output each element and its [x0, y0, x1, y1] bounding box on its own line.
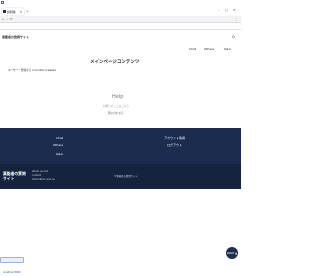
- tab-label: 質問箱: [7, 9, 16, 14]
- page-title: メインページコンテンツ: [90, 60, 140, 65]
- tab-close-icon[interactable]: ✕: [20, 10, 22, 14]
- footer-brand: 異能者の質問サイト: [3, 171, 26, 181]
- site-header: 異能者の質問サイト Q Chat Others Q&A: [0, 30, 241, 63]
- page-top-button[interactable]: PAGE ▲: [226, 247, 238, 259]
- bookmarks-bar: 質問一覧 ユーザー登録 質問投稿: [0, 23, 241, 64]
- browser-toolbar: ← → ↻ localhost:3000/questions ⋮: [0, 16, 241, 38]
- status-bar: localhost:3000: [0, 257, 24, 274]
- main-content: メインページコンテンツ ユーザー・登録から 2 months 4 weeks H…: [0, 60, 241, 128]
- reload-icon[interactable]: ↻: [10, 17, 13, 21]
- contact-link[interactable]: 問い合わせる: [108, 111, 124, 115]
- new-tab-icon[interactable]: +: [26, 9, 29, 13]
- footer-about-1[interactable]: About us and: [32, 170, 48, 173]
- footer-link-account[interactable]: アカウント情報: [164, 136, 185, 140]
- browser-titlebar: [0, 0, 241, 7]
- browser-menu-icon[interactable]: ⋮: [235, 17, 238, 21]
- browser-tab-active[interactable]: 質問箱 ✕: [2, 8, 24, 15]
- footer-link-logout[interactable]: ログアウト: [167, 143, 182, 147]
- footer-link-chat[interactable]: Chat: [56, 136, 63, 140]
- footer-about-2[interactable]: contact: [32, 174, 41, 177]
- nav-others[interactable]: Others: [204, 47, 214, 51]
- footer-about-3[interactable]: Information and us: [32, 178, 55, 181]
- minimize-icon[interactable]: –: [218, 8, 220, 12]
- help-subtitle: お困りのことはこちら: [103, 105, 129, 108]
- forward-icon[interactable]: →: [6, 17, 9, 21]
- footer-bottom: 異能者の質問サイト About us and contact Informati…: [0, 164, 241, 189]
- user-register-line: ユーザー・登録から 2 months 4 weeks: [8, 69, 56, 72]
- tab-favicon-icon: [3, 10, 6, 13]
- help-title: Help: [112, 94, 124, 100]
- nav-chat[interactable]: Chat: [189, 47, 196, 51]
- footer-link-others[interactable]: Others: [53, 143, 63, 147]
- close-window-icon[interactable]: ✕: [233, 8, 236, 12]
- footer-links-area: Chat Others Q&A アカウント情報 ログアウト: [0, 128, 241, 164]
- maximize-icon[interactable]: □: [225, 8, 228, 12]
- nav-qa[interactable]: Q&A: [224, 47, 231, 51]
- back-icon[interactable]: ←: [2, 17, 5, 21]
- page-top-label: PAGE ▲: [226, 251, 238, 255]
- footer-link-qa[interactable]: Q&A: [56, 152, 63, 156]
- site-logo[interactable]: 異能者の質問サイト: [2, 35, 29, 39]
- footer-copyright: ©異能者の質問サイト: [114, 175, 138, 178]
- status-url: localhost:3000: [3, 271, 21, 274]
- browser-tabs: 質問箱 ✕ + – □ ✕: [0, 7, 241, 16]
- window-icon: [1, 1, 4, 4]
- search-icon[interactable]: Q: [232, 35, 235, 39]
